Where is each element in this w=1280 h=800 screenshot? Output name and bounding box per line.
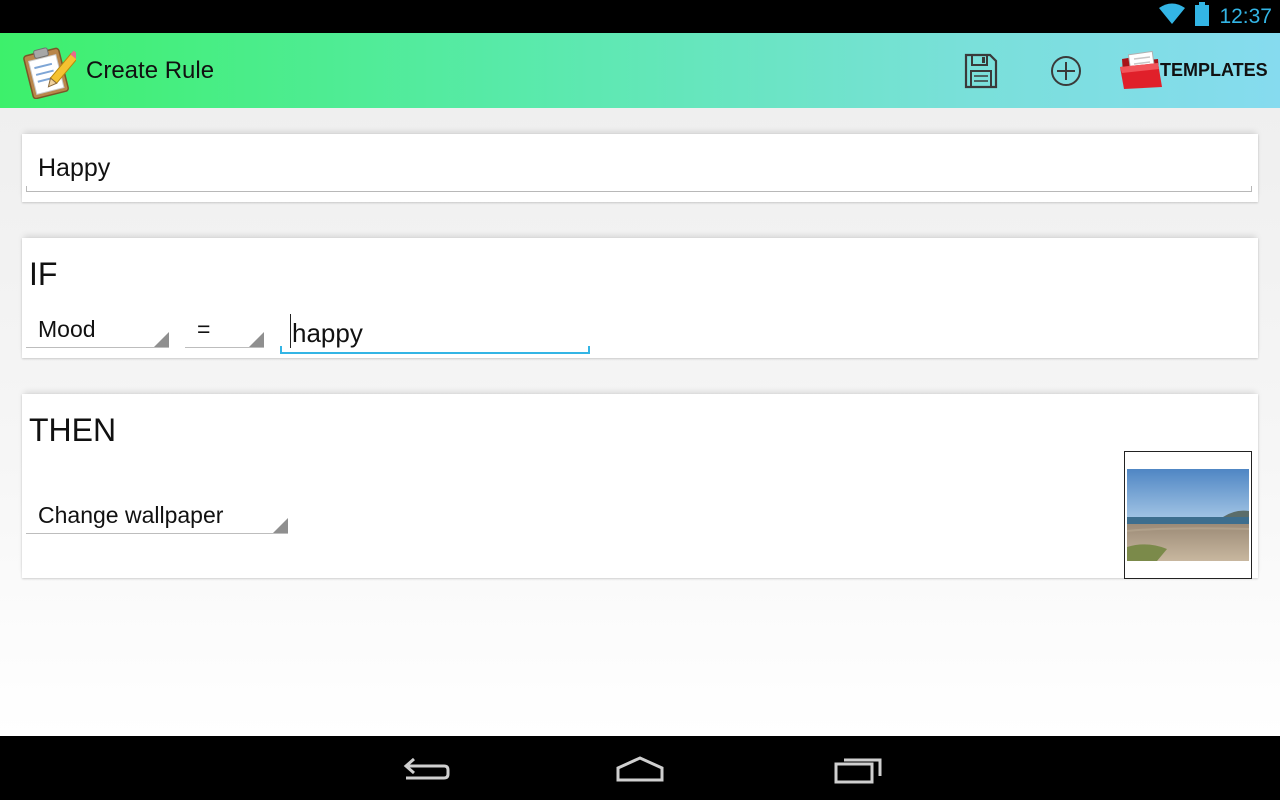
add-circle-icon[interactable]: [1046, 51, 1086, 91]
floppy-disk-icon[interactable]: [960, 51, 1000, 91]
action-value: Change wallpaper: [38, 502, 224, 528]
clipboard-pencil-icon[interactable]: [20, 43, 80, 100]
wifi-icon: [1159, 3, 1186, 30]
input-edge-left: [280, 346, 282, 352]
battery-icon: [1195, 2, 1210, 31]
wallpaper-preview[interactable]: [1124, 451, 1252, 579]
back-icon[interactable]: [394, 750, 454, 790]
then-card: THEN Change wallpaper: [22, 394, 1258, 579]
navigation-bar: [0, 736, 1280, 800]
dropdown-arrow-icon: [273, 518, 288, 533]
status-indicators: 12:37: [1159, 0, 1272, 33]
red-folder-icon: [1118, 45, 1164, 96]
home-icon[interactable]: [610, 750, 670, 790]
condition-field-spinner[interactable]: Mood: [26, 314, 169, 348]
operator-spinner[interactable]: =: [185, 314, 264, 348]
if-card: IF Mood =: [22, 238, 1258, 358]
operator-value: =: [197, 316, 211, 342]
dropdown-arrow-icon: [249, 332, 264, 347]
screen: 12:37 Create Rule TEMPLATES Happy IF Moo…: [0, 0, 1280, 800]
content-area: IF Mood = THEN Change wallpaper: [0, 108, 1280, 736]
input-edge-left: [26, 186, 27, 192]
dropdown-arrow-icon: [154, 332, 169, 347]
input-edge-right: [1251, 186, 1252, 192]
if-heading: IF: [29, 256, 58, 292]
status-bar: 12:37: [0, 0, 1280, 33]
beach-wallpaper-thumbnail: [1127, 469, 1249, 561]
action-spinner[interactable]: Change wallpaper: [26, 500, 288, 534]
condition-value-input[interactable]: [280, 314, 590, 354]
text-cursor: [290, 314, 291, 348]
templates-label: TEMPLATES: [1160, 59, 1268, 80]
templates-button[interactable]: TEMPLATES: [1118, 45, 1268, 95]
clock: 12:37: [1219, 4, 1272, 28]
then-heading: THEN: [29, 412, 117, 448]
condition-field-value: Mood: [38, 316, 96, 342]
recent-apps-icon[interactable]: [828, 750, 888, 790]
input-edge-right: [588, 346, 590, 352]
action-bar: Create Rule TEMPLATES: [0, 33, 1280, 108]
rule-name-card: [22, 134, 1258, 202]
page-title: Create Rule: [86, 57, 215, 84]
rule-name-input[interactable]: [26, 146, 1252, 192]
